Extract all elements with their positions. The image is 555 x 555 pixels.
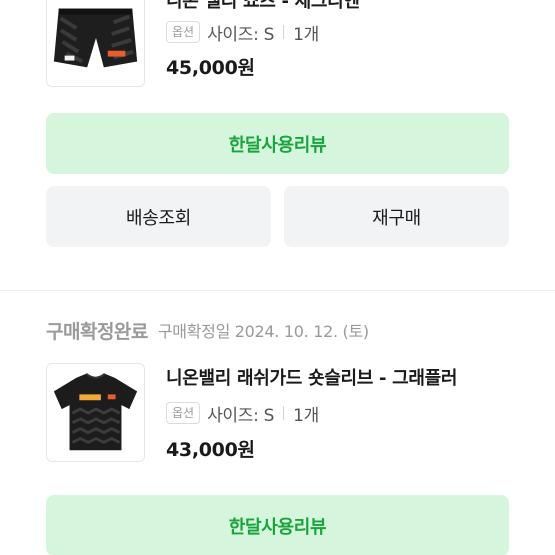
product-thumbnail[interactable] — [46, 0, 145, 87]
option-size: 사이즈: S — [207, 405, 275, 426]
option-separator — [283, 406, 285, 420]
rashguard-image — [47, 364, 144, 461]
option-tag: 옵션 — [166, 21, 201, 43]
option-size: 사이즈: S — [207, 24, 275, 45]
option-quantity: 1개 — [293, 24, 319, 45]
reorder-button[interactable]: 재구매 — [284, 186, 509, 247]
product-thumbnail[interactable] — [46, 363, 145, 462]
shipping-tracking-button[interactable]: 배송조회 — [46, 186, 271, 247]
shorts-image — [47, 0, 144, 86]
review-button[interactable]: 한달사용리뷰 — [46, 495, 509, 555]
order-header: 구매확정완료 구매확정일 2024. 10. 12. (토) — [46, 310, 369, 350]
option-quantity: 1개 — [293, 405, 319, 426]
product-name[interactable]: 니온밸리 래쉬가드 숏슬리브 - 그래플러 — [166, 367, 511, 391]
section-divider — [0, 290, 555, 291]
product-price: 43,000원 — [166, 439, 255, 461]
option-row: 옵션 사이즈: S 1개 — [166, 20, 319, 45]
product-name[interactable]: 니온 밸리 쇼츠 - 세그리엔 — [166, 0, 511, 14]
confirm-date: 구매확정일 2024. 10. 12. (토) — [157, 322, 369, 341]
option-separator — [283, 25, 285, 39]
option-tag: 옵션 — [166, 402, 201, 424]
option-row: 옵션 사이즈: S 1개 — [166, 401, 319, 426]
review-button[interactable]: 한달사용리뷰 — [46, 113, 509, 174]
order-status: 구매확정완료 — [46, 320, 148, 343]
product-price: 45,000원 — [166, 57, 255, 79]
